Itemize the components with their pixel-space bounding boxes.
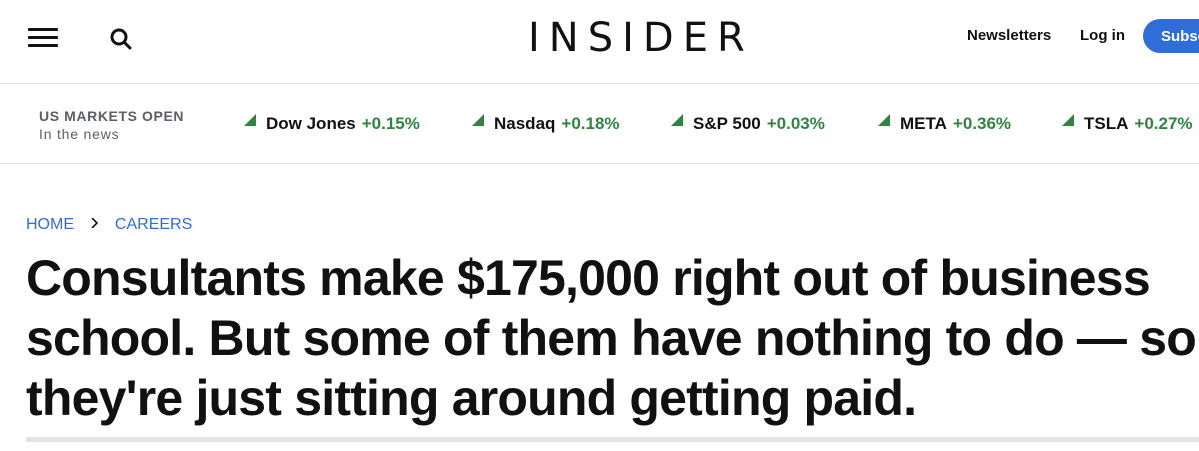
site-header: INSIDER Newsletters Log in Subscribe bbox=[0, 0, 1199, 84]
up-arrow-icon bbox=[244, 114, 256, 126]
market-subtitle: In the news bbox=[39, 126, 120, 142]
ticker-change: +0.15% bbox=[361, 114, 420, 133]
ticker-name: META bbox=[900, 114, 947, 133]
content-divider bbox=[26, 437, 1199, 442]
menu-icon[interactable] bbox=[28, 28, 58, 48]
ticker-nasdaq[interactable]: Nasdaq +0.18% bbox=[472, 114, 620, 136]
breadcrumb: HOME CAREERS bbox=[26, 215, 192, 235]
ticker-change: +0.36% bbox=[952, 114, 1012, 133]
ticker-name: Dow Jones bbox=[266, 114, 356, 133]
ticker-change: +0.18% bbox=[561, 114, 620, 133]
article-headline: Consultants make $175,000 right out of b… bbox=[26, 248, 1199, 428]
ticker-name: TSLA bbox=[1084, 114, 1129, 133]
ticker-meta[interactable]: META +0.36% bbox=[878, 114, 1011, 136]
breadcrumb-careers[interactable]: CAREERS bbox=[115, 216, 192, 233]
headline-line-1: Consultants make $175,000 right out of b… bbox=[26, 250, 1151, 306]
ticker-name: S&P 500 bbox=[693, 114, 761, 133]
subscribe-button[interactable]: Subscribe bbox=[1143, 19, 1199, 53]
ticker-tsla[interactable]: TSLA +0.27% bbox=[1062, 114, 1193, 136]
headline-line-2: school. But some of them have nothing to… bbox=[26, 310, 1197, 366]
up-arrow-icon bbox=[878, 114, 890, 126]
ticker-name: Nasdaq bbox=[494, 114, 556, 133]
breadcrumb-home[interactable]: HOME bbox=[26, 216, 74, 233]
up-arrow-icon bbox=[671, 114, 683, 126]
market-status: US MARKETS OPEN bbox=[39, 108, 185, 124]
headline-line-3: they're just sitting around getting paid… bbox=[26, 370, 917, 426]
up-arrow-icon bbox=[1062, 114, 1074, 126]
up-arrow-icon bbox=[472, 114, 484, 126]
ticker-change: +0.03% bbox=[766, 114, 825, 133]
ticker-change: +0.27% bbox=[1134, 114, 1193, 133]
ticker-sp500[interactable]: S&P 500 +0.03% bbox=[671, 114, 825, 136]
chevron-right-icon bbox=[91, 218, 99, 228]
search-icon[interactable] bbox=[108, 26, 134, 52]
markets-bar: US MARKETS OPEN In the news Dow Jones +0.… bbox=[0, 84, 1199, 164]
site-logo[interactable]: INSIDER bbox=[528, 14, 754, 62]
login-link[interactable]: Log in bbox=[1080, 26, 1125, 46]
newsletters-link[interactable]: Newsletters bbox=[967, 26, 1051, 46]
ticker-dow-jones[interactable]: Dow Jones +0.15% bbox=[244, 114, 420, 136]
